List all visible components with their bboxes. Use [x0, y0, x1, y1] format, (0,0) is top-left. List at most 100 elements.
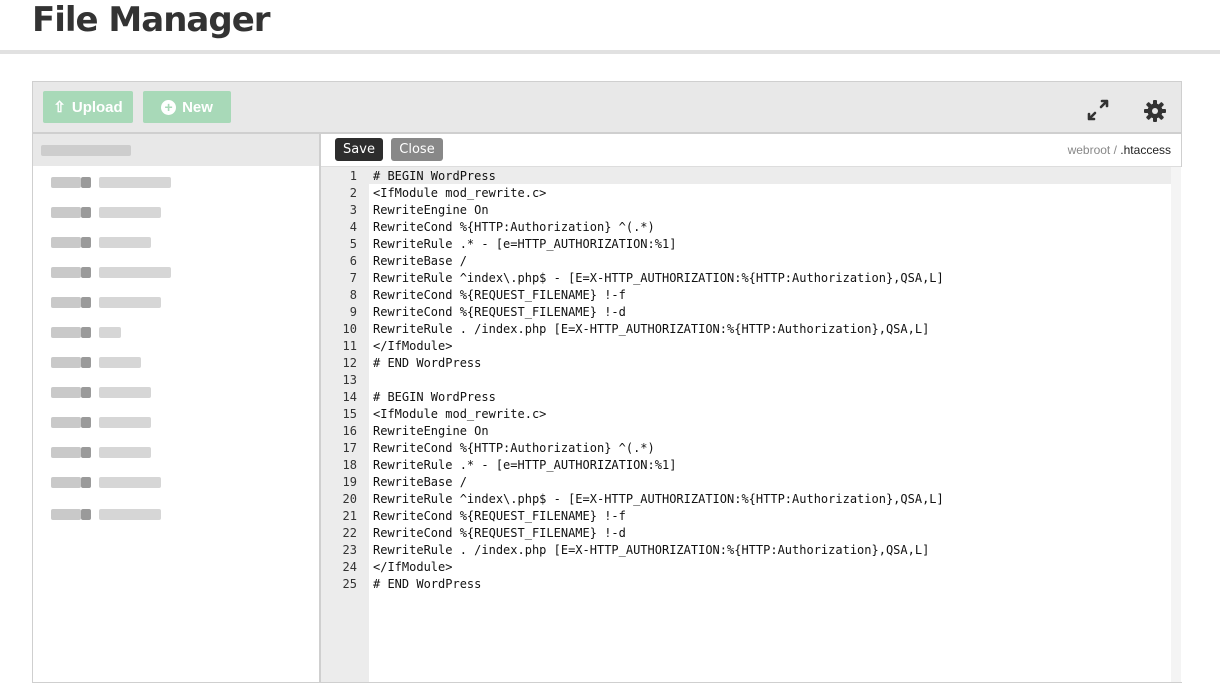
close-button[interactable]: Close [391, 138, 443, 161]
line-number: 5 [349, 237, 357, 251]
line-number: 16 [342, 424, 357, 438]
line-number: 8 [349, 288, 357, 302]
plus-circle-icon: + [161, 99, 177, 115]
line-text[interactable]: RewriteCond %{REQUEST_FILENAME} !-f [373, 287, 626, 304]
line-number: 13 [342, 373, 357, 387]
file-manager-panel: ⇧ Upload + New Save Close webroot / .hta… [32, 81, 1183, 683]
line-number: 19 [342, 475, 357, 489]
code-line[interactable]: 9 RewriteCond %{REQUEST_FILENAME} !-d [321, 304, 626, 321]
code-line[interactable]: 13 [321, 372, 357, 389]
line-number: 6 [349, 254, 357, 268]
file-tree-item[interactable] [33, 414, 319, 434]
code-line[interactable]: 14 # BEGIN WordPress [321, 389, 496, 406]
title-divider [0, 50, 1220, 54]
line-text[interactable]: RewriteBase / [373, 474, 467, 491]
line-number: 20 [342, 492, 357, 506]
line-text[interactable]: RewriteRule .* - [e=HTTP_AUTHORIZATION:%… [373, 236, 676, 253]
code-line[interactable]: 18 RewriteRule .* - [e=HTTP_AUTHORIZATION… [321, 457, 677, 474]
file-tree-item[interactable] [33, 324, 319, 344]
code-editor[interactable]: 1 # BEGIN WordPress 2 <IfModule mod_rewrite… [321, 167, 1183, 682]
upload-button[interactable]: ⇧ Upload [43, 91, 133, 123]
line-text[interactable]: <IfModule mod_rewrite.c> [373, 406, 546, 423]
code-line[interactable]: 10 RewriteRule . /index.php [E=X-HTTP_AUT… [321, 321, 930, 338]
code-line[interactable]: 16 RewriteEngine On [321, 423, 489, 440]
file-tree-item[interactable] [33, 384, 319, 404]
code-line[interactable]: 11 </IfModule> [321, 338, 453, 355]
line-text[interactable]: RewriteRule ^index\.php$ - [E=X-HTTP_AUT… [373, 270, 944, 287]
code-line[interactable]: 15 <IfModule mod_rewrite.c> [321, 406, 547, 423]
new-button[interactable]: + New [143, 91, 231, 123]
code-line[interactable]: 1 # BEGIN WordPress [321, 168, 496, 185]
code-line[interactable]: 25 # END WordPress [321, 576, 482, 593]
file-manager-toolbar: ⇧ Upload + New [33, 82, 1181, 134]
line-text[interactable]: RewriteRule . /index.php [E=X-HTTP_AUTHO… [373, 321, 929, 338]
code-lines: 1 # BEGIN WordPress 2 <IfModule mod_rewrite… [321, 168, 944, 593]
code-line[interactable]: 19 RewriteBase / [321, 474, 467, 491]
line-text[interactable]: RewriteCond %{REQUEST_FILENAME} !-f [373, 508, 626, 525]
line-number: 25 [342, 577, 357, 591]
line-text[interactable]: RewriteBase / [373, 253, 467, 270]
file-tree-item[interactable] [33, 204, 319, 224]
file-tree-item[interactable] [33, 174, 319, 194]
line-number: 17 [342, 441, 357, 455]
code-line[interactable]: 22 RewriteCond %{REQUEST_FILENAME} !-d [321, 525, 626, 542]
file-tree-root[interactable] [33, 134, 319, 166]
code-line[interactable]: 2 <IfModule mod_rewrite.c> [321, 185, 547, 202]
file-tree-item[interactable] [33, 354, 319, 374]
code-line[interactable]: 5 RewriteRule .* - [e=HTTP_AUTHORIZATION:… [321, 236, 677, 253]
line-text[interactable]: RewriteCond %{REQUEST_FILENAME} !-d [373, 525, 626, 542]
page-title: File Manager [32, 0, 271, 40]
line-text[interactable]: # END WordPress [373, 355, 481, 372]
line-text[interactable]: # END WordPress [373, 576, 481, 593]
editor-scrollbar[interactable] [1171, 167, 1181, 682]
line-number: 15 [342, 407, 357, 421]
line-number: 3 [349, 203, 357, 217]
file-tree-item[interactable] [33, 506, 319, 526]
code-line[interactable]: 6 RewriteBase / [321, 253, 467, 270]
code-line[interactable]: 7 RewriteRule ^index\.php$ - [E=X-HTTP_AU… [321, 270, 944, 287]
file-tree-item[interactable] [33, 444, 319, 464]
file-tree-item[interactable] [33, 294, 319, 314]
code-line[interactable]: 23 RewriteRule . /index.php [E=X-HTTP_AUT… [321, 542, 930, 559]
upload-label: Upload [71, 98, 123, 116]
breadcrumb-root[interactable]: webroot [1068, 143, 1111, 157]
line-text[interactable]: RewriteCond %{HTTP:Authorization} ^(.*) [373, 440, 655, 457]
file-tree-item[interactable] [33, 264, 319, 284]
line-text[interactable]: RewriteEngine On [373, 423, 489, 440]
code-line[interactable]: 24 </IfModule> [321, 559, 453, 576]
line-text[interactable]: RewriteRule ^index\.php$ - [E=X-HTTP_AUT… [373, 491, 944, 508]
line-text[interactable]: RewriteEngine On [373, 202, 489, 219]
line-number: 24 [342, 560, 357, 574]
breadcrumb-current-file: .htaccess [1120, 143, 1171, 157]
file-tree-item[interactable] [33, 234, 319, 254]
line-number: 14 [342, 390, 357, 404]
line-text[interactable]: </IfModule> [373, 559, 452, 576]
line-number: 7 [349, 271, 357, 285]
code-line[interactable]: 8 RewriteCond %{REQUEST_FILENAME} !-f [321, 287, 626, 304]
expand-arrows-icon[interactable] [1086, 98, 1110, 122]
line-number: 10 [342, 322, 357, 336]
line-text[interactable]: # BEGIN WordPress [373, 389, 496, 406]
line-number: 18 [342, 458, 357, 472]
code-line[interactable]: 20 RewriteRule ^index\.php$ - [E=X-HTTP_A… [321, 491, 944, 508]
gear-icon[interactable] [1143, 99, 1167, 123]
code-line[interactable]: 12 # END WordPress [321, 355, 482, 372]
line-text[interactable]: # BEGIN WordPress [373, 168, 496, 185]
line-number: 2 [349, 186, 357, 200]
line-text[interactable]: RewriteCond %{REQUEST_FILENAME} !-d [373, 304, 626, 321]
line-text[interactable]: RewriteRule .* - [e=HTTP_AUTHORIZATION:%… [373, 457, 676, 474]
line-text[interactable]: </IfModule> [373, 338, 452, 355]
code-line[interactable]: 4 RewriteCond %{HTTP:Authorization} ^(.*) [321, 219, 655, 236]
editor-toolbar: Save Close webroot / .htaccess [321, 134, 1181, 167]
code-line[interactable]: 21 RewriteCond %{REQUEST_FILENAME} !-f [321, 508, 626, 525]
line-text[interactable]: RewriteRule . /index.php [E=X-HTTP_AUTHO… [373, 542, 929, 559]
line-number: 12 [342, 356, 357, 370]
line-text[interactable]: RewriteCond %{HTTP:Authorization} ^(.*) [373, 219, 655, 236]
save-button[interactable]: Save [335, 138, 383, 161]
breadcrumb-separator: / [1110, 143, 1121, 157]
code-line[interactable]: 3 RewriteEngine On [321, 202, 489, 219]
line-text[interactable]: <IfModule mod_rewrite.c> [373, 185, 546, 202]
line-number: 1 [349, 169, 357, 183]
file-tree-item[interactable] [33, 474, 319, 494]
code-line[interactable]: 17 RewriteCond %{HTTP:Authorization} ^(.*… [321, 440, 655, 457]
